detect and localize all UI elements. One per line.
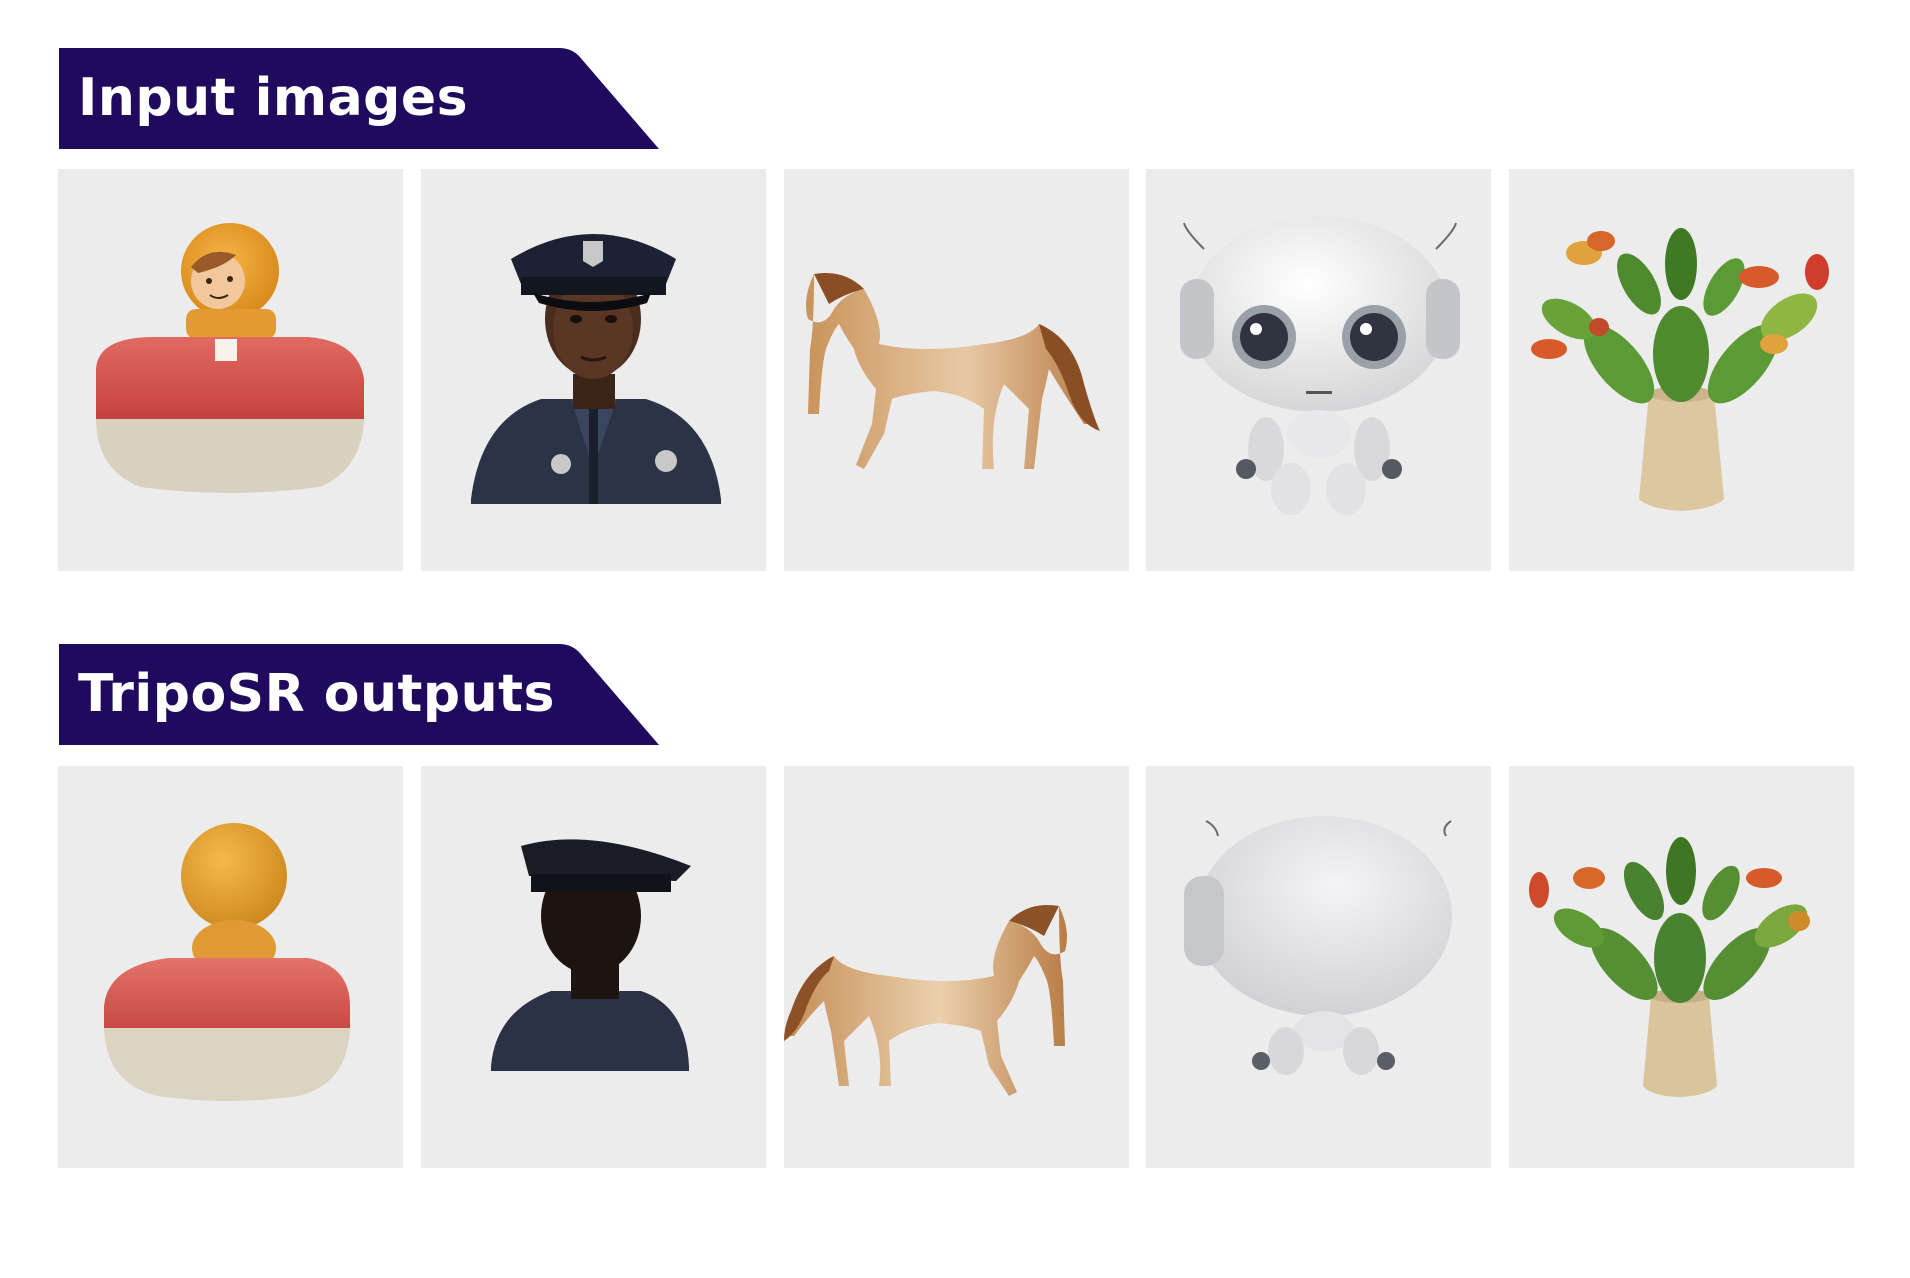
input-image-cactus	[1509, 169, 1854, 571]
input-images-label: Input images	[59, 48, 659, 149]
output-render-horse	[784, 766, 1129, 1168]
output-render-toy-boat	[58, 766, 403, 1168]
input-image-robot	[1146, 169, 1491, 571]
horse-image	[806, 273, 1100, 469]
cactus-image	[1531, 228, 1829, 511]
police-officer-render	[491, 839, 691, 1071]
section-title: TripoSR outputs	[78, 664, 555, 724]
input-image-toy-boat	[58, 169, 403, 571]
section-title: Input images	[78, 68, 469, 128]
output-render-police-officer	[421, 766, 766, 1168]
police-officer-image	[471, 234, 721, 504]
output-render-robot	[1146, 766, 1491, 1168]
toy-boat-image	[96, 223, 364, 493]
output-render-cactus	[1509, 766, 1854, 1168]
input-image-horse	[784, 169, 1129, 571]
robot-image	[1180, 216, 1460, 515]
input-image-police-officer	[421, 169, 766, 571]
input-images-row	[58, 169, 1858, 571]
horse-render	[784, 905, 1067, 1096]
triposr-outputs-label: TripoSR outputs	[59, 644, 659, 745]
triposr-outputs-row	[58, 766, 1858, 1168]
robot-render	[1184, 816, 1452, 1075]
toy-boat-render	[104, 823, 350, 1101]
cactus-render	[1529, 837, 1810, 1097]
